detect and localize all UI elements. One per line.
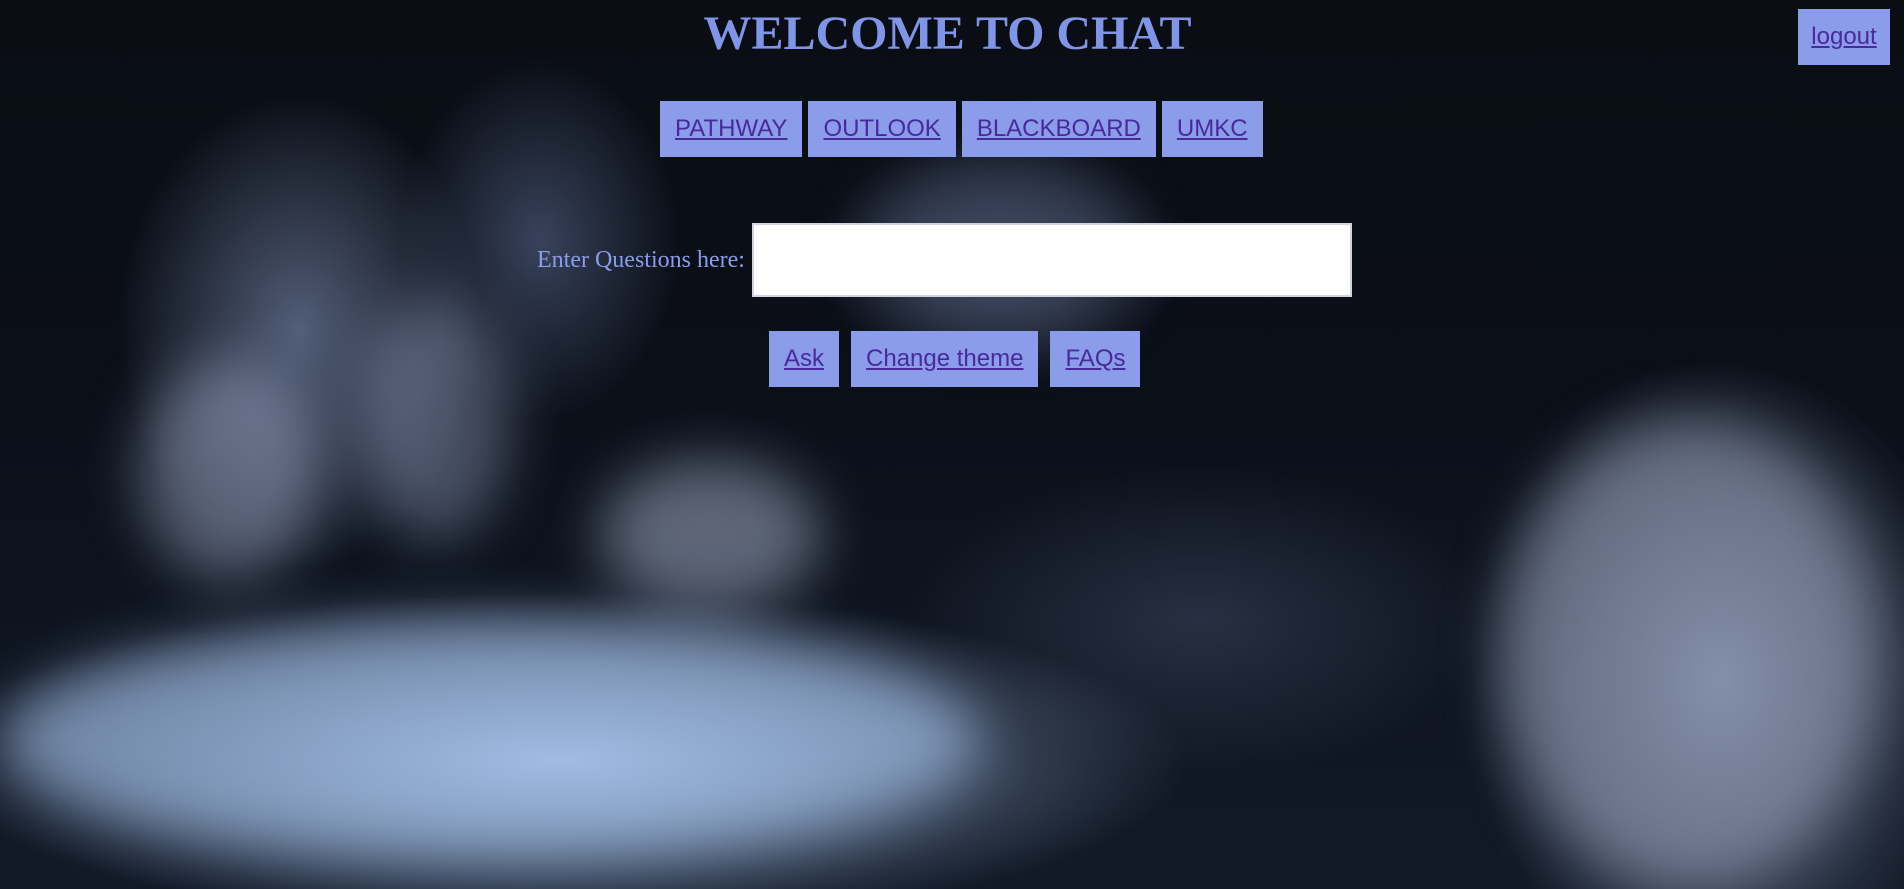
question-label: Enter Questions here: bbox=[537, 246, 745, 273]
question-row: Enter Questions here: bbox=[537, 223, 1352, 297]
nav-link-blackboard[interactable]: BLACKBOARD bbox=[961, 101, 1156, 157]
faqs-button[interactable]: FAQs bbox=[1050, 331, 1141, 387]
background-blur-shape bbox=[600, 460, 820, 610]
background-blur-shape bbox=[1500, 420, 1880, 889]
background-blur-shape bbox=[140, 360, 320, 580]
action-buttons: Ask Change theme FAQs bbox=[769, 331, 1141, 387]
logout-button[interactable]: logout bbox=[1798, 9, 1890, 65]
change-theme-button[interactable]: Change theme bbox=[851, 331, 1039, 387]
ask-button[interactable]: Ask bbox=[769, 331, 840, 387]
nav-link-outlook[interactable]: OUTLOOK bbox=[808, 101, 956, 157]
top-nav: PATHWAY OUTLOOK BLACKBOARD UMKC bbox=[660, 101, 1263, 157]
background-blur-shape bbox=[360, 300, 510, 540]
question-input[interactable] bbox=[751, 223, 1352, 297]
page-title: WELCOME TO CHAT bbox=[703, 7, 1192, 60]
nav-link-umkc[interactable]: UMKC bbox=[1161, 101, 1263, 157]
nav-link-pathway[interactable]: PATHWAY bbox=[660, 101, 803, 157]
background-blur-shape bbox=[0, 620, 980, 860]
